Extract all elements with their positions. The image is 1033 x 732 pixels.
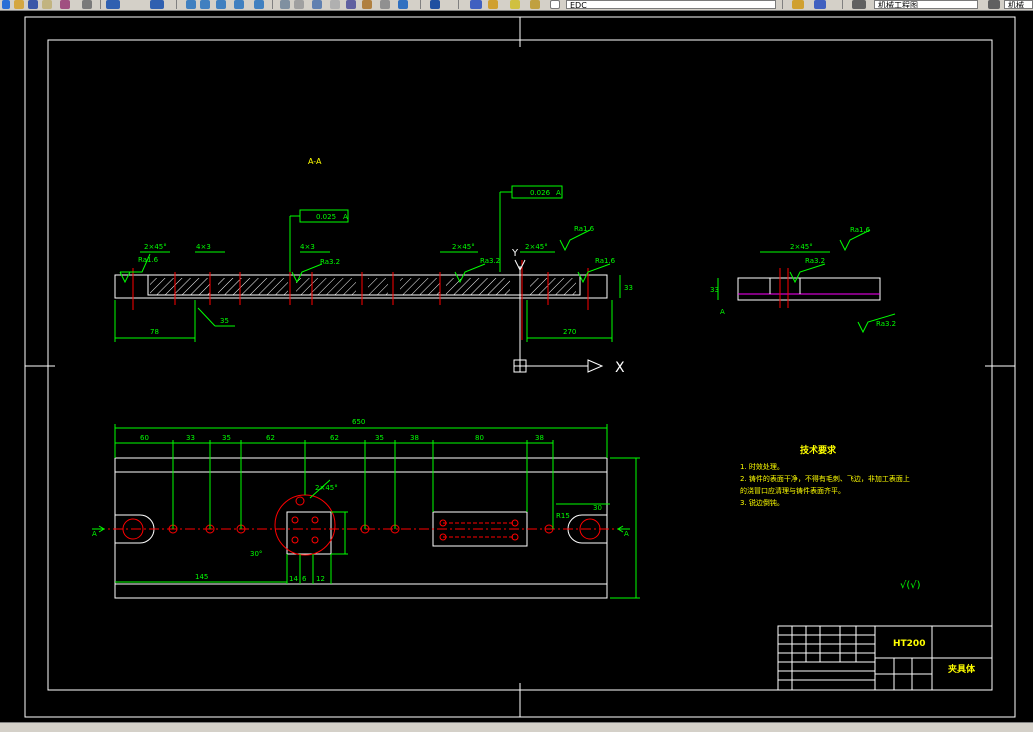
plan-dim-total: 650: [352, 418, 365, 426]
plan-dim-0: 60: [140, 434, 149, 442]
plan-dim-8: 38: [535, 434, 544, 442]
plan-dim-side: 30: [593, 504, 602, 512]
tool-palette-icon[interactable]: [330, 0, 340, 9]
chamfer-label-5: 2×45°: [525, 243, 548, 251]
help-question-icon[interactable]: [430, 0, 440, 9]
print-icon[interactable]: [42, 0, 52, 9]
roughness-label-4: Ra1.6: [595, 257, 616, 265]
side-roughness-2: Ra3.2: [805, 257, 825, 265]
tech-title: 技术要求: [800, 444, 837, 456]
tech-line-3: 的浇冒口应清理与铸件表面齐平。: [740, 486, 845, 495]
pan-icon[interactable]: [186, 0, 196, 9]
chamfer-label-4: 2×45°: [452, 243, 475, 251]
color-icon[interactable]: [550, 0, 560, 9]
technical-requirements: 技术要求 1. 时效处理。 2. 铸件的表面干净，不得有毛刺、飞边，非加工表面上…: [740, 444, 921, 591]
zoom-extents-icon[interactable]: [254, 0, 264, 9]
design-center-icon[interactable]: [312, 0, 322, 9]
layer-state-icon[interactable]: [488, 0, 498, 9]
dim-style-icon[interactable]: [988, 0, 1000, 9]
save-icon[interactable]: [28, 0, 38, 9]
roughness-symbol: √(√): [900, 580, 921, 591]
tech-line-1: 1. 时效处理。: [740, 462, 784, 471]
zoom-realtime-icon[interactable]: [200, 0, 210, 9]
properties-icon[interactable]: [280, 0, 290, 9]
freeze-icon[interactable]: [510, 0, 520, 9]
material: HT200: [893, 639, 925, 649]
side-roughness-3: Ra3.2: [876, 320, 896, 328]
side-roughness-1: Ra1.6: [850, 226, 871, 234]
plan-dim-6: 38: [410, 434, 419, 442]
plan-dim-2: 35: [222, 434, 231, 442]
axis-y-label: Y: [511, 248, 519, 259]
text-style-icon[interactable]: [852, 0, 866, 9]
layer-manager-icon[interactable]: [470, 0, 482, 9]
calculator-icon[interactable]: [380, 0, 390, 9]
chamfer-label-2: 4×3: [196, 243, 211, 251]
tolerance-mid: 0.025: [316, 213, 336, 221]
dim-35: 35: [220, 317, 229, 325]
cut-icon[interactable]: [82, 0, 92, 9]
drawing-canvas[interactable]: A-A 0.026 0.025 Ra1.6 Ra3.2 Ra1.6 Ra1.6 …: [0, 10, 1033, 722]
zoom-window-icon[interactable]: [216, 0, 226, 9]
roughness-label-2: Ra3.2: [320, 258, 340, 266]
plan-dim-small-0: 14: [289, 575, 298, 583]
roughness-label-3: Ra1.6: [138, 256, 159, 264]
plan-dim-1: 33: [186, 434, 195, 442]
ucs-icon: X Y: [511, 248, 625, 376]
markup-icon[interactable]: [362, 0, 372, 9]
help-icon[interactable]: [398, 0, 408, 9]
dim-right: 270: [563, 328, 576, 336]
section-view: A-A 0.026 0.025 Ra1.6 Ra3.2 Ra1.6 Ra1.6 …: [114, 157, 633, 342]
style-dropdown[interactable]: 机械工程图: [874, 0, 978, 9]
tech-line-2: 2. 铸件的表面干净，不得有毛刺、飞边，非加工表面上: [740, 474, 910, 483]
plan-dim-angle: 30°: [250, 550, 262, 558]
lock-icon[interactable]: [530, 0, 540, 9]
tech-line-4: 3. 锐边倒钝。: [740, 498, 784, 507]
layer-dropdown[interactable]: EDC: [566, 0, 776, 9]
chamfer-label-1: 2×45°: [144, 243, 167, 251]
new-icon[interactable]: [2, 0, 10, 9]
roughness-label-5: Ra3.2: [480, 257, 500, 265]
dim-height: 33: [624, 284, 633, 292]
layer-previous-icon[interactable]: [814, 0, 826, 9]
plan-dim-145: 145: [195, 573, 208, 581]
axis-x-label: X: [615, 360, 625, 376]
side-chamfer: 2×45°: [790, 243, 813, 251]
side-view: Ra1.6 Ra3.2 Ra3.2 2×45° 33 A: [710, 226, 896, 334]
undo-icon[interactable]: [106, 0, 120, 9]
make-current-icon[interactable]: [792, 0, 804, 9]
sheet-set-icon[interactable]: [346, 0, 356, 9]
side-datum: A: [720, 308, 725, 316]
extra-dropdown[interactable]: 机械: [1004, 0, 1033, 9]
brush-icon[interactable]: [60, 0, 70, 9]
plan-chamfer: 2×45°: [315, 484, 338, 492]
plan-dim-5: 35: [375, 434, 384, 442]
plan-dim-r: R15: [556, 512, 570, 520]
side-dim-height: 33: [710, 286, 719, 294]
zoom-previous-icon[interactable]: [234, 0, 244, 9]
section-label: A-A: [308, 157, 322, 166]
dim-left: 78: [150, 328, 159, 336]
plan-dim-3: 62: [266, 434, 275, 442]
plan-dim-small-1: 6: [302, 575, 307, 583]
title-block: HT200 夹具体: [777, 625, 993, 691]
plan-dim-small-2: 12: [316, 575, 325, 583]
plan-view: 650 60 33 35 62 62 35 38 80 38 145 14 6 …: [92, 418, 640, 599]
plan-dim-7: 80: [475, 434, 484, 442]
roughness-label-1: Ra1.6: [574, 225, 595, 233]
cut-label-left: A: [92, 530, 97, 538]
tolerance-top: 0.026: [530, 189, 551, 197]
plan-dim-4: 62: [330, 434, 339, 442]
cut-label-right: A: [624, 530, 629, 538]
text-icon[interactable]: [294, 0, 304, 9]
datum-a-1: A: [343, 213, 348, 221]
open-icon[interactable]: [14, 0, 24, 9]
chamfer-label-3: 4×3: [300, 243, 315, 251]
datum-a-2: A: [556, 189, 561, 197]
part-name: 夹具体: [948, 663, 976, 675]
redo-icon[interactable]: [150, 0, 164, 9]
